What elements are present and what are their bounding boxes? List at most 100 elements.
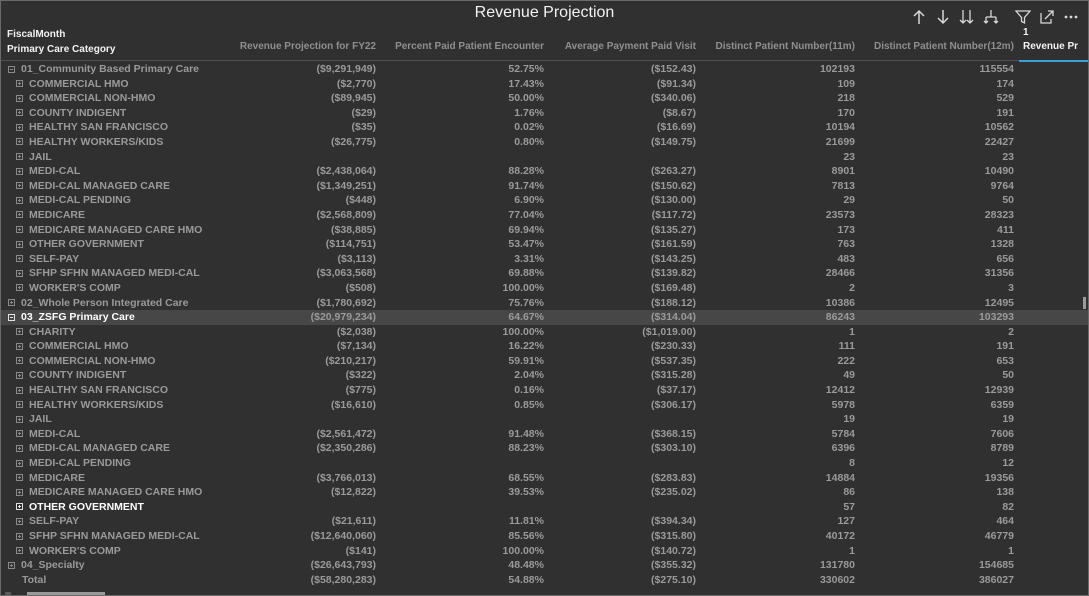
expand-icon[interactable] <box>16 503 23 511</box>
row-label: SELF-PAY <box>16 515 79 527</box>
expand-icon[interactable] <box>16 269 23 277</box>
table-row[interactable]: MEDI-CAL ($2,561,472) 91.48% ($368.15) 5784 7… <box>1 427 1088 442</box>
expand-icon[interactable] <box>16 94 23 102</box>
cell-distinct-11m: 23573 <box>825 208 855 221</box>
table-row[interactable]: OTHER GOVERNMENT 57 82 <box>1 500 1088 515</box>
table-row[interactable]: MEDICARE ($3,766,013) 68.55% ($283.83) 14884… <box>1 471 1088 486</box>
expand-icon[interactable] <box>16 196 23 204</box>
table-row[interactable]: OTHER GOVERNMENT ($114,751) 53.47% ($161.59… <box>1 237 1088 252</box>
table-row[interactable]: SFHP SFHN MANAGED MEDI-CAL ($3,063,568) 69… <box>1 266 1088 281</box>
table-row[interactable]: HEALTHY SAN FRANCISCO ($775) 0.16% ($37.17)… <box>1 383 1088 398</box>
expand-icon[interactable] <box>8 561 15 569</box>
horizontal-scrollbar[interactable] <box>27 592 105 595</box>
column-header-revenue-projection[interactable]: Revenue Projection for FY22 <box>223 41 376 55</box>
column-header-distinct-12m[interactable]: Distinct Patient Number(12m) <box>858 41 1014 55</box>
expand-icon[interactable] <box>16 474 23 482</box>
expand-icon[interactable] <box>16 488 23 496</box>
scroll-left-arrow[interactable] <box>5 592 11 595</box>
expand-icon[interactable] <box>16 153 23 161</box>
row-field-primary-care-category[interactable]: Primary Care Category <box>7 42 115 57</box>
expand-icon[interactable] <box>16 109 23 117</box>
expand-icon[interactable] <box>16 357 23 365</box>
cell-distinct-12m: 12495 <box>984 296 1014 309</box>
expand-icon[interactable] <box>16 240 23 248</box>
table-row[interactable]: MEDI-CAL MANAGED CARE ($2,350,286) 88.23% (… <box>1 441 1088 456</box>
cell-revenue-projection: ($9,291,949) <box>316 63 376 75</box>
table-row[interactable]: MEDI-CAL ($2,438,064) 88.28% ($263.27) 8901 1… <box>1 164 1088 179</box>
table-row[interactable]: MEDICARE MANAGED CARE HMO ($38,885) 69.94%… <box>1 223 1088 238</box>
expand-icon[interactable] <box>16 547 23 555</box>
vertical-scrollbar[interactable] <box>1083 297 1086 309</box>
table-row[interactable]: JAIL 23 23 <box>1 150 1088 165</box>
cell-distinct-12m: 7606 <box>990 427 1014 440</box>
table-row[interactable]: COMMERCIAL NON-HMO ($89,945) 50.00% ($340.0… <box>1 91 1088 106</box>
table-row[interactable]: MEDICARE ($2,568,809) 77.04% ($117.72) 23573… <box>1 208 1088 223</box>
table-row[interactable]: COMMERCIAL HMO ($7,134) 16.22% ($230.33) 111… <box>1 339 1088 354</box>
expand-icon[interactable] <box>16 459 23 467</box>
category-row[interactable]: 02_Whole Person Integrated Care ($1,780,6… <box>1 296 1088 311</box>
collapse-icon[interactable] <box>8 313 15 321</box>
category-row[interactable]: 01_Community Based Primary Care ($9,291,9… <box>1 62 1088 77</box>
table-row[interactable]: WORKER'S COMP ($508) 100.00% ($169.48) 2 3 <box>1 281 1088 296</box>
cell-average-payment: ($306.17) <box>651 398 696 411</box>
expand-icon[interactable] <box>16 328 23 336</box>
table-row[interactable]: CHARITY ($2,038) 100.00% ($1,019.00) 1 2 <box>1 325 1088 340</box>
column-header-average-payment[interactable]: Average Payment Paid Visit <box>547 41 696 55</box>
cell-percent-paid: 50.00% <box>508 92 544 105</box>
table-row[interactable]: HEALTHY SAN FRANCISCO ($35) 0.02% ($16.69) 1… <box>1 120 1088 135</box>
expand-icon[interactable] <box>16 80 23 88</box>
cell-distinct-11m: 763 <box>837 238 855 251</box>
row-label-text: 02_Whole Person Integrated Care <box>21 296 189 309</box>
cell-distinct-12m: 656 <box>996 252 1014 265</box>
category-row[interactable]: 04_Specialty ($26,643,793) 48.48% ($355.32)… <box>1 558 1088 573</box>
expand-icon[interactable] <box>16 226 23 234</box>
table-row[interactable]: MEDI-CAL PENDING 8 12 <box>1 456 1088 471</box>
table-row[interactable]: COUNTY INDIGENT ($29) 1.76% ($8.67) 170 191 <box>1 106 1088 121</box>
expand-icon[interactable] <box>16 211 23 219</box>
expand-icon[interactable] <box>16 342 23 350</box>
column-header-revenue-pr[interactable]: Revenue Pr <box>1023 41 1085 55</box>
expand-icon[interactable] <box>16 284 23 292</box>
table-row[interactable]: JAIL 19 19 <box>1 412 1088 427</box>
category-row[interactable]: 03_ZSFG Primary Care ($20,979,234) 64.67% (… <box>1 310 1088 325</box>
table-row[interactable]: SELF-PAY ($3,113) 3.31% ($143.25) 483 656 <box>1 252 1088 267</box>
expand-icon[interactable] <box>16 138 23 146</box>
collapse-icon[interactable] <box>8 65 15 73</box>
row-label: WORKER'S COMP <box>16 282 121 294</box>
table-row[interactable]: COMMERCIAL HMO ($2,770) 17.43% ($91.34) 109 1… <box>1 77 1088 92</box>
table-row[interactable]: MEDI-CAL MANAGED CARE ($1,349,251) 91.74% (… <box>1 179 1088 194</box>
cell-distinct-11m: 10194 <box>825 121 855 134</box>
cell-distinct-12m: 464 <box>996 515 1014 528</box>
table-row[interactable]: MEDI-CAL PENDING ($448) 6.90% ($130.00) 29 50 <box>1 193 1088 208</box>
expand-icon[interactable] <box>16 517 23 525</box>
total-row[interactable]: Total ($58,280,283) 54.88% ($275.10) 330602 3… <box>1 573 1088 588</box>
column-header-percent-paid[interactable]: Percent Paid Patient Encounter <box>379 41 544 55</box>
expand-icon[interactable] <box>16 430 23 438</box>
cell-distinct-12m: 50 <box>1002 194 1014 207</box>
expand-icon[interactable] <box>16 386 23 394</box>
table-row[interactable]: SFHP SFHN MANAGED MEDI-CAL ($12,640,060) 8… <box>1 529 1088 544</box>
table-row[interactable]: COUNTY INDIGENT ($322) 2.04% ($315.28) 49 50 <box>1 368 1088 383</box>
table-row[interactable]: HEALTHY WORKERS/KIDS ($26,775) 0.80% ($149.… <box>1 135 1088 150</box>
expand-icon[interactable] <box>16 371 23 379</box>
cell-percent-paid: 88.28% <box>508 165 544 178</box>
table-row[interactable]: SELF-PAY ($21,611) 11.81% ($394.34) 127 464 <box>1 514 1088 529</box>
expand-icon[interactable] <box>16 415 23 423</box>
expand-icon[interactable] <box>16 123 23 131</box>
row-field-fiscalmonth[interactable]: FiscalMonth <box>7 27 115 42</box>
row-label: COMMERCIAL HMO <box>16 340 129 352</box>
expand-icon[interactable] <box>16 444 23 452</box>
table-row[interactable]: HEALTHY WORKERS/KIDS ($16,610) 0.85% ($306.… <box>1 398 1088 413</box>
column-header-distinct-11m[interactable]: Distinct Patient Number(11m) <box>699 41 855 55</box>
expand-icon[interactable] <box>16 401 23 409</box>
expand-icon[interactable] <box>16 182 23 190</box>
expand-icon[interactable] <box>16 255 23 263</box>
cell-percent-paid: 68.55% <box>508 471 544 484</box>
table-row[interactable]: MEDICARE MANAGED CARE HMO ($12,822) 39.53%… <box>1 485 1088 500</box>
table-row[interactable]: COMMERCIAL NON-HMO ($210,217) 59.91% ($537.… <box>1 354 1088 369</box>
matrix-visual[interactable]: Revenue Projection FiscalMonth Primary C… <box>0 0 1089 596</box>
table-row[interactable]: WORKER'S COMP ($141) 100.00% ($140.72) 1 1 <box>1 544 1088 559</box>
expand-icon[interactable] <box>16 167 23 175</box>
expand-icon[interactable] <box>16 532 23 540</box>
expand-icon[interactable] <box>8 299 15 306</box>
